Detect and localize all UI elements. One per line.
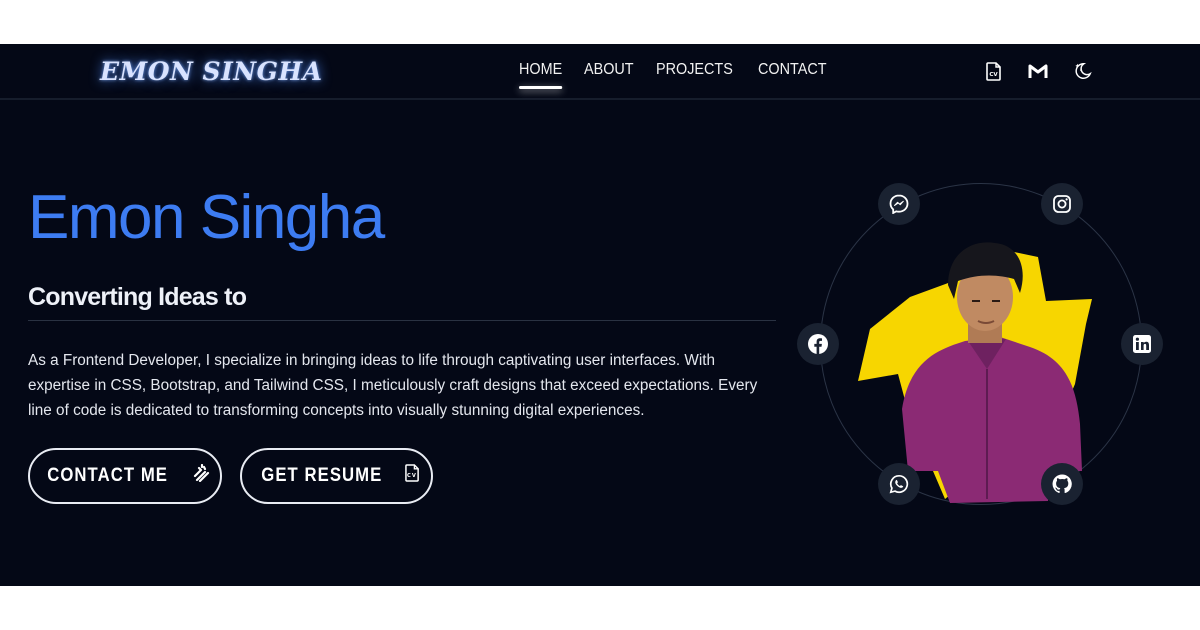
wave-hand-icon: [191, 463, 211, 488]
instagram-icon[interactable]: [1041, 183, 1083, 225]
nav-link-contact[interactable]: CONTACT: [758, 61, 827, 79]
gmail-icon[interactable]: [1028, 61, 1048, 81]
nav-link-projects[interactable]: PROJECTS: [656, 61, 733, 79]
messenger-icon[interactable]: [878, 183, 920, 225]
facebook-icon[interactable]: [797, 323, 839, 365]
hero-subtitle: Converting Ideas to: [28, 283, 247, 311]
get-resume-label: GET RESUME: [261, 465, 383, 486]
cv-file-icon: CV: [405, 464, 420, 488]
hero-name: Emon Singha: [28, 183, 385, 252]
moon-stars-icon[interactable]: [1072, 61, 1092, 81]
nav-icons: CV: [984, 61, 1092, 81]
contact-me-label: CONTACT ME: [47, 465, 169, 486]
get-resume-button[interactable]: GET RESUME CV: [240, 448, 433, 504]
svg-text:CV: CV: [989, 72, 998, 78]
contact-me-button[interactable]: CONTACT ME: [28, 448, 222, 504]
cv-file-icon[interactable]: CV: [984, 61, 1004, 81]
navbar: EMON SINGHA HOME ABOUT PROJECTS CONTACT …: [0, 44, 1200, 100]
linkedin-icon[interactable]: [1121, 323, 1163, 365]
github-icon[interactable]: [1041, 463, 1083, 505]
nav-link-about[interactable]: ABOUT: [584, 61, 634, 79]
nav-link-home[interactable]: HOME: [519, 61, 563, 89]
nav-links: HOME ABOUT PROJECTS CONTACT: [519, 61, 852, 89]
svg-text:CV: CV: [407, 473, 417, 479]
portfolio-page: EMON SINGHA HOME ABOUT PROJECTS CONTACT …: [0, 44, 1200, 586]
logo[interactable]: EMON SINGHA: [100, 57, 323, 86]
hero-divider: [28, 320, 776, 321]
whatsapp-icon[interactable]: [878, 463, 920, 505]
hero-description: As a Frontend Developer, I specialize in…: [28, 352, 758, 419]
